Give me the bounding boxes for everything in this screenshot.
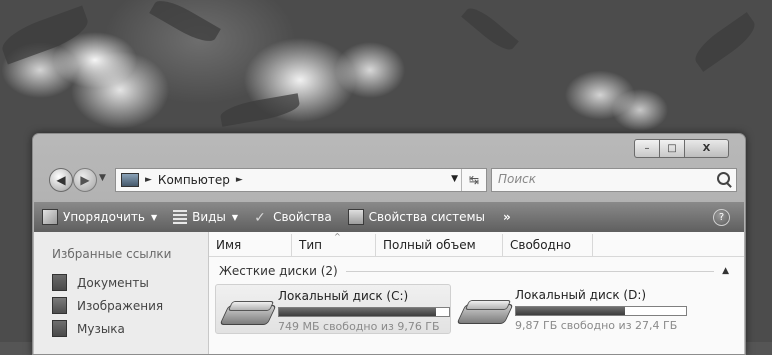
nav-item-pictures[interactable]: Изображения (52, 297, 163, 314)
help-icon[interactable]: ? (713, 209, 730, 226)
system-properties-button[interactable]: Свойства системы (340, 202, 493, 232)
file-list-pane: Имя ^ Тип Полный объем Свободно Жесткие … (209, 232, 744, 354)
drive-name: Локальный диск (C:) (278, 289, 409, 303)
explorer-window: – □ X ◀ ▶ ▼ ► Компьютер ► ▼ ↹ Упорядочит… (32, 133, 746, 355)
column-header-name[interactable]: Имя (209, 234, 292, 256)
search-input[interactable] (492, 169, 704, 189)
column-header-type-label: Тип (299, 238, 322, 252)
drive-usage-bar (515, 306, 687, 316)
computer-icon (121, 173, 139, 187)
close-button[interactable]: X (685, 139, 729, 158)
drive-usage-fill (279, 308, 437, 316)
hard-drive-icon (456, 296, 514, 328)
group-label: Жесткие диски (2) (219, 264, 338, 278)
properties-label: Свойства (273, 210, 332, 224)
views-label: Виды (192, 210, 226, 224)
nav-item-documents[interactable]: Документы (52, 274, 149, 291)
drive-usage-fill (516, 307, 625, 315)
caption-buttons: – □ X (634, 139, 729, 158)
address-field[interactable]: ► Компьютер ► ▼ ↹ (115, 168, 487, 192)
nav-item-label: Музыка (77, 321, 125, 336)
organize-button[interactable]: Упорядочить ▼ (34, 202, 165, 232)
organize-label: Упорядочить (63, 210, 145, 224)
column-header-free-space[interactable]: Свободно (503, 234, 593, 256)
forward-button[interactable]: ▶ (73, 168, 97, 192)
organize-icon (42, 209, 58, 225)
system-properties-label: Свойства системы (368, 210, 485, 224)
hard-drive-icon (219, 297, 277, 329)
drive-item-c[interactable]: Локальный диск (C:) 749 МБ свободно из 9… (215, 284, 451, 334)
properties-button[interactable]: ✓ Свойства (246, 202, 340, 232)
collapse-chevron-icon[interactable]: ▲ (722, 266, 729, 276)
views-button[interactable]: Виды ▼ (165, 202, 246, 232)
breadcrumb-computer[interactable]: Компьютер (158, 173, 230, 187)
column-header-total-size[interactable]: Полный объем (376, 234, 503, 256)
drive-item-d[interactable]: Локальный диск (D:) 9,87 ГБ свободно из … (453, 284, 687, 332)
refresh-icon: ↹ (468, 173, 480, 187)
views-icon (173, 210, 188, 224)
column-header-row: Имя ^ Тип Полный объем Свободно (209, 232, 744, 257)
breadcrumb-separator-icon[interactable]: ► (236, 175, 243, 185)
chevron-down-icon: ▼ (231, 212, 239, 222)
checkmark-icon: ✓ (254, 210, 266, 226)
drive-name: Локальный диск (D:) (515, 288, 647, 302)
drive-free-space: 9,87 ГБ свободно из 27,4 ГБ (515, 319, 678, 332)
column-header-type[interactable]: ^ Тип (292, 232, 376, 256)
drive-usage-bar (278, 307, 450, 317)
search-icon[interactable] (717, 172, 730, 185)
documents-icon (52, 274, 67, 291)
music-icon (52, 320, 67, 337)
back-arrow-icon: ◀ (56, 173, 66, 187)
minimize-button[interactable]: – (634, 139, 660, 158)
back-button[interactable]: ◀ (49, 168, 73, 192)
system-properties-icon (347, 209, 364, 225)
maximize-button[interactable]: □ (660, 139, 685, 158)
command-bar: Упорядочить ▼ Виды ▼ ✓ Свойства Свойства… (34, 202, 744, 232)
pictures-icon (52, 297, 67, 314)
forward-arrow-icon: ▶ (80, 173, 90, 187)
navigation-pane: Избранные ссылки Документы Изображения М… (34, 232, 209, 354)
search-box[interactable] (491, 168, 737, 192)
nav-item-label: Документы (77, 275, 149, 290)
nav-item-music[interactable]: Музыка (52, 320, 125, 337)
address-bar-row: ◀ ▶ ▼ ► Компьютер ► ▼ ↹ (43, 168, 737, 192)
drive-free-space: 749 МБ свободно из 9,76 ГБ (278, 320, 440, 333)
chevron-down-icon: ▼ (150, 212, 158, 222)
group-divider (345, 270, 715, 272)
recent-pages-dropdown[interactable]: ▼ (99, 173, 106, 183)
favorite-links-title: Избранные ссылки (52, 247, 172, 261)
address-dropdown-icon[interactable]: ▼ (451, 174, 458, 184)
more-commands-button[interactable]: » (493, 210, 521, 224)
nav-item-label: Изображения (77, 298, 164, 313)
refresh-button[interactable]: ↹ (461, 169, 486, 191)
breadcrumb-separator-icon[interactable]: ► (145, 175, 152, 185)
sort-ascending-icon: ^ (334, 232, 341, 241)
group-header-hard-drives[interactable]: Жесткие диски (2) ▲ (219, 264, 729, 278)
